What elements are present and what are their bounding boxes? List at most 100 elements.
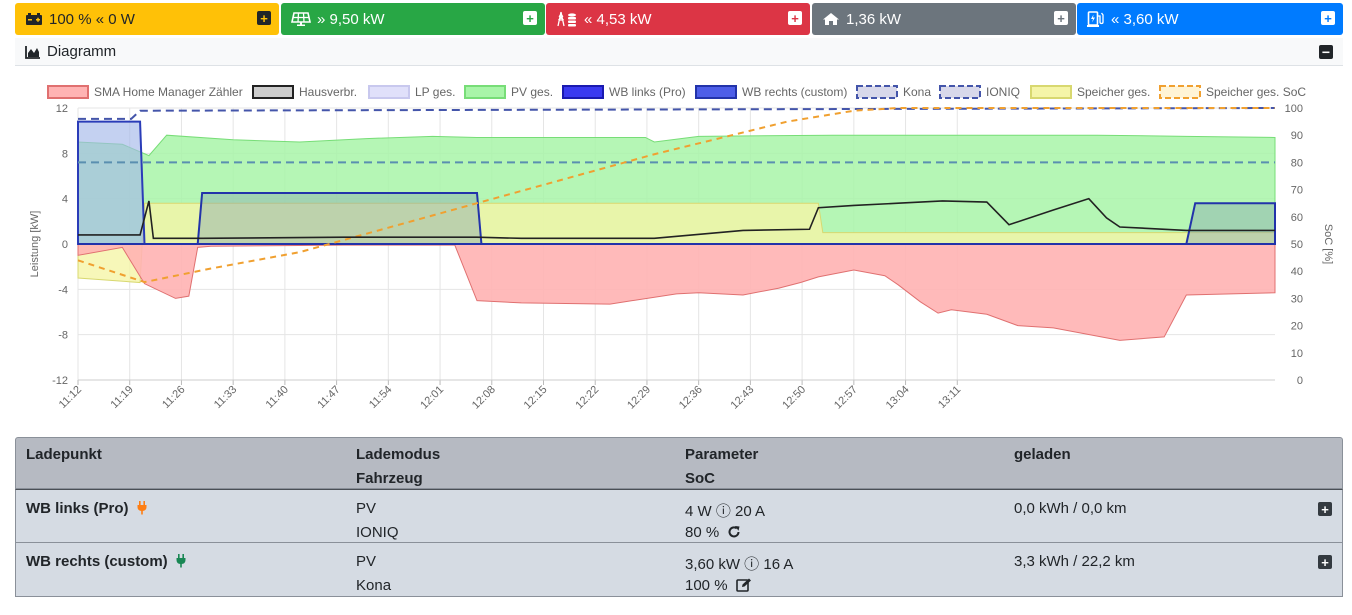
refresh-icon[interactable] [727, 525, 741, 543]
charge-parameters: 4 W ⓘ 20 A [685, 503, 766, 520]
battery-tile[interactable]: 100 % « 0 W + [15, 3, 279, 35]
vehicle-soc: 100 % [685, 577, 728, 594]
vehicle-name[interactable]: IONIQ [356, 524, 399, 541]
legend-label: Speicher ges. [1077, 85, 1150, 99]
x-tick-label: 12:50 [780, 384, 808, 412]
charge-mode[interactable]: PV [356, 553, 376, 570]
header-soc: SoC [685, 470, 715, 487]
y2-tick-label: 50 [1291, 239, 1303, 251]
grid-area [77, 243, 1276, 341]
battery-icon [25, 12, 43, 26]
y2-tick-label: 90 [1291, 130, 1303, 142]
x-tick-label: 12:43 [729, 384, 757, 412]
y2-tick-label: 100 [1285, 103, 1303, 115]
legend-label: LP ges. [415, 85, 455, 99]
expand-pv-button[interactable]: + [523, 11, 537, 25]
pv-tile[interactable]: » 9,50 kW + [281, 3, 545, 35]
expand-row-button[interactable]: + [1318, 555, 1332, 569]
legend-swatch [562, 85, 604, 99]
y-tick-label: 8 [62, 148, 68, 160]
legend-swatch [856, 85, 898, 99]
y2-tick-label: 60 [1291, 212, 1303, 224]
legend-label: PV ges. [511, 85, 553, 99]
x-tick-label: 11:54 [367, 384, 394, 411]
header-fahrzeug: Fahrzeug [356, 470, 423, 487]
x-tick-label: 11:40 [264, 384, 291, 411]
chart-svg: SMA Home Manager Zähler Hausverbr. LP ges.… [29, 85, 1334, 412]
ioniq-soc-line [78, 107, 1276, 120]
table-header: Ladepunkt Lademodus Fahrzeug Parameter S… [15, 437, 1343, 489]
x-tick-label: 11:12 [57, 384, 84, 411]
legend-swatch [368, 85, 410, 99]
battery-value: 100 % « 0 W [49, 10, 135, 28]
collapse-diagram-button[interactable]: − [1319, 45, 1333, 59]
y-tick-label: -4 [58, 284, 68, 296]
legend-swatch [939, 85, 981, 99]
legend-label: SMA Home Manager Zähler [94, 85, 243, 99]
legend-swatch [695, 85, 737, 99]
x-tick-label: 12:22 [573, 384, 601, 412]
y2-tick-label: 0 [1297, 375, 1303, 387]
y2-tick-label: 30 [1291, 293, 1303, 305]
x-tick-label: 12:29 [625, 384, 653, 412]
header-geladen: geladen [1014, 446, 1071, 463]
expand-battery-button[interactable]: + [257, 11, 271, 25]
x-tick-label: 12:36 [677, 384, 705, 412]
y-tick-label: 4 [62, 194, 68, 206]
legend-label: Speicher ges. SoC [1206, 85, 1306, 99]
chargepoints-tile[interactable]: « 3,60 kW + [1077, 3, 1343, 35]
area-chart-icon [25, 45, 41, 59]
x-tick-label: 11:19 [108, 384, 135, 411]
charge-parameters: 3,60 kW ⓘ 16 A [685, 556, 794, 573]
power-tower-icon [556, 11, 578, 27]
pv-value: » 9,50 kW [317, 10, 385, 28]
legend-swatch [464, 85, 506, 99]
grid-tile[interactable]: « 4,53 kW + [546, 3, 810, 35]
vehicle-name[interactable]: Kona [356, 577, 391, 594]
legend-label: Kona [903, 85, 931, 99]
header-ladepunkt: Ladepunkt [26, 446, 102, 463]
legend-label: IONIQ [986, 85, 1020, 99]
y2-tick-label: 40 [1291, 266, 1303, 278]
house-tile[interactable]: 1,36 kW + [812, 3, 1076, 35]
chargepoints-value: « 3,60 kW [1111, 10, 1179, 28]
table-row[interactable]: WB rechts (custom) PV Kona 3,60 kW ⓘ 16 … [15, 543, 1343, 597]
x-tick-label: 12:01 [418, 384, 446, 412]
y2-tick-label: 70 [1291, 185, 1303, 197]
legend-label: WB rechts (custom) [742, 85, 847, 99]
x-tick-label: 13:11 [936, 384, 963, 411]
y2-axis-label: SoC [%] [1322, 224, 1334, 264]
chargepoint-table: Ladepunkt Lademodus Fahrzeug Parameter S… [15, 437, 1343, 597]
y2-tick-label: 10 [1291, 348, 1303, 360]
table-row[interactable]: WB links (Pro) PV IONIQ 4 W ⓘ 20 A 80 % … [15, 489, 1343, 543]
y-axis-label: Leistung [kW] [29, 211, 41, 278]
legend-label: WB links (Pro) [609, 85, 686, 99]
x-tick-label: 12:57 [832, 384, 860, 412]
vehicle-soc: 80 % [685, 524, 720, 541]
legend-swatch [1030, 85, 1072, 99]
diagram-title: Diagramm [47, 43, 117, 60]
plug-icon [176, 554, 186, 572]
expand-row-button[interactable]: + [1318, 502, 1332, 516]
expand-grid-button[interactable]: + [788, 11, 802, 25]
charged-amount: 0,0 kWh / 0,0 km [1014, 500, 1127, 517]
expand-house-button[interactable]: + [1054, 11, 1068, 25]
legend-label: Hausverbr. [299, 85, 357, 99]
header-parameter: Parameter [685, 446, 759, 463]
chargepoint-name: WB rechts (custom) [26, 553, 168, 570]
chargepoint-name: WB links (Pro) [26, 500, 129, 517]
x-tick-label: 11:47 [315, 384, 342, 411]
grid-value: « 4,53 kW [584, 10, 652, 28]
y-tick-label: -8 [58, 330, 68, 342]
home-icon [822, 12, 840, 26]
diagram-header[interactable]: Diagramm − [15, 38, 1343, 66]
charge-mode[interactable]: PV [356, 500, 376, 517]
charging-station-icon [1087, 11, 1105, 27]
legend-swatch [1159, 85, 1201, 99]
expand-chargepoints-button[interactable]: + [1321, 11, 1335, 25]
x-tick-label: 12:08 [470, 384, 498, 412]
y-tick-label: -12 [52, 375, 68, 387]
x-tick-label: 11:26 [160, 384, 187, 411]
solar-panel-icon [291, 12, 311, 26]
edit-icon[interactable] [735, 578, 752, 596]
